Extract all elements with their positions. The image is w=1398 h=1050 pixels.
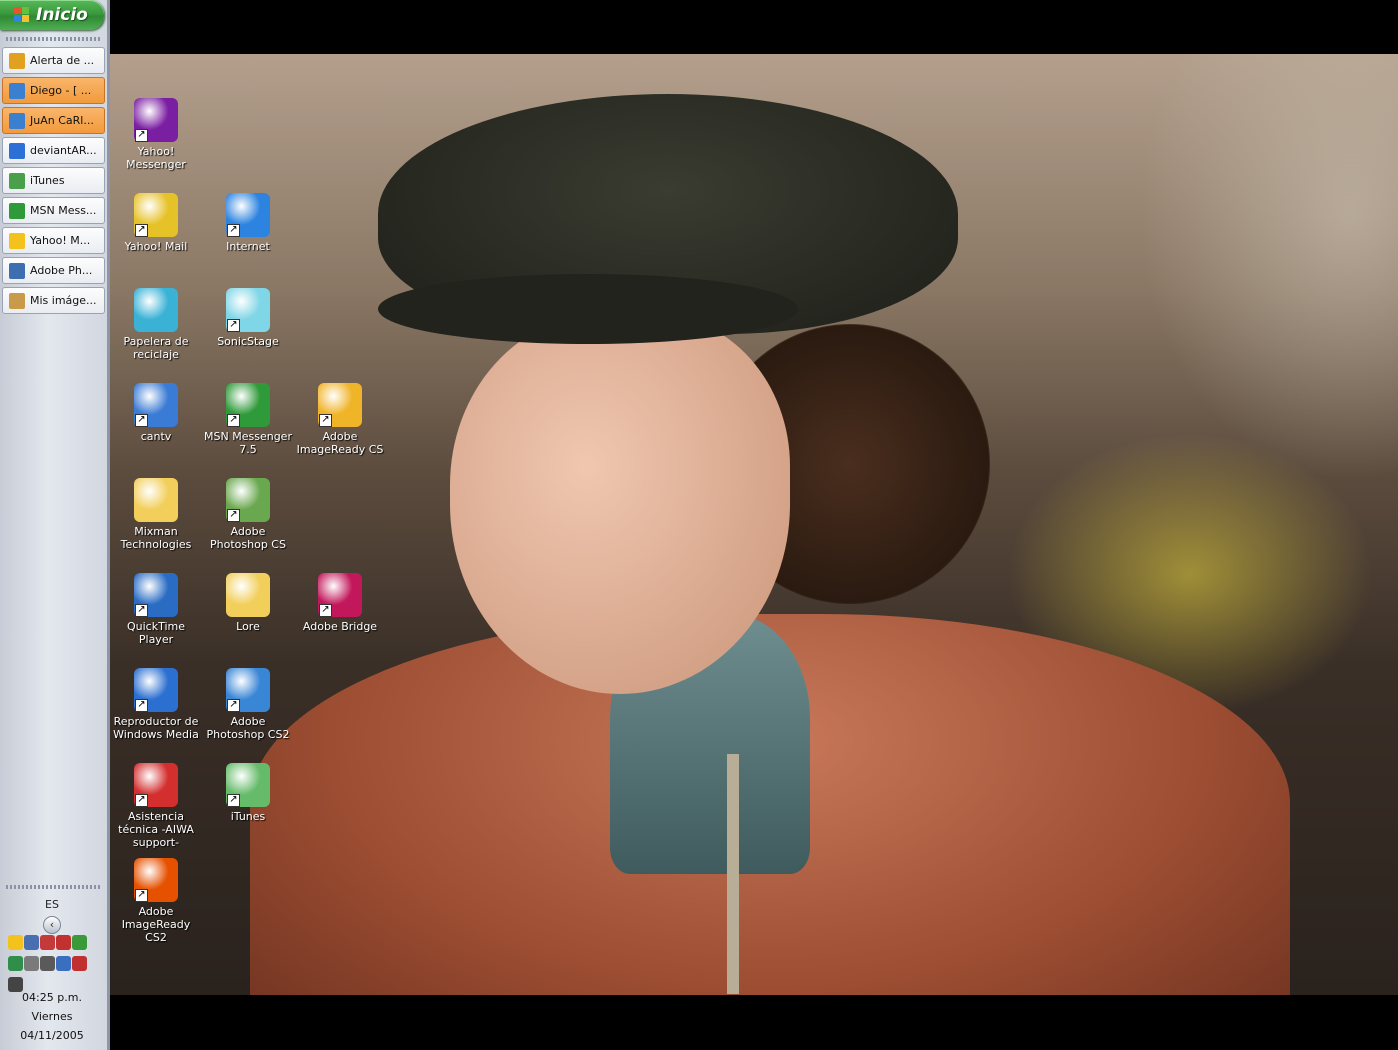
- desktop-icon-label: Adobe Bridge: [302, 620, 378, 633]
- desktop-icon[interactable]: ↗ Asistencia técnica -AIWA support-: [110, 763, 202, 849]
- desktop-icon-label: Lore: [236, 620, 260, 633]
- network-computer-icon: ↗: [134, 383, 178, 427]
- shortcut-arrow-icon: ↗: [227, 794, 240, 807]
- desktop-icon[interactable]: ↗ QuickTime Player: [110, 573, 202, 646]
- quicktime-icon: ↗: [134, 573, 178, 617]
- photoshop-icon: ↗: [226, 478, 270, 522]
- desktop-icon-label: Asistencia técnica -AIWA support-: [118, 810, 194, 849]
- desktop-icon[interactable]: ↗ Adobe Photoshop CS2: [202, 668, 294, 741]
- desktop-icon[interactable]: ↗ iTunes: [202, 763, 294, 823]
- photoshop-icon: ↗: [226, 668, 270, 712]
- shortcut-arrow-icon: ↗: [227, 509, 240, 522]
- internet-explorer-icon: ↗: [226, 193, 270, 237]
- imageready-icon: ↗: [318, 383, 362, 427]
- itunes-icon: ↗: [226, 763, 270, 807]
- shortcut-arrow-icon: ↗: [135, 794, 148, 807]
- shortcut-arrow-icon: ↗: [135, 604, 148, 617]
- desktop-icon-label: Mixman Technologies: [120, 525, 192, 551]
- shortcut-arrow-icon: ↗: [135, 889, 148, 902]
- desktop-icon[interactable]: Lore: [202, 573, 294, 633]
- recycle-bin-icon: [134, 288, 178, 332]
- windows-media-player-icon: ↗: [134, 668, 178, 712]
- desktop-icon[interactable]: ↗ Internet: [202, 193, 294, 253]
- desktop-icon[interactable]: ↗ Adobe ImageReady CS: [294, 383, 386, 456]
- desktop-icon-label: MSN Messenger 7.5: [204, 430, 292, 456]
- shortcut-arrow-icon: ↗: [227, 224, 240, 237]
- desktop-icon[interactable]: ↗ Yahoo! Messenger: [110, 98, 202, 171]
- desktop-icon-label: SonicStage: [217, 335, 279, 348]
- desktop-icon[interactable]: ↗ Yahoo! Mail: [110, 193, 202, 253]
- desktop-icon[interactable]: ↗ Adobe ImageReady CS2: [110, 858, 202, 944]
- desktop-icon[interactable]: ↗ Adobe Bridge: [294, 573, 386, 633]
- shortcut-arrow-icon: ↗: [227, 414, 240, 427]
- desktop-icon[interactable]: ↗ Reproductor de Windows Media: [110, 668, 202, 741]
- desktop-icon[interactable]: ↗ cantv: [110, 383, 202, 443]
- yahoo-messenger-icon: ↗: [134, 98, 178, 142]
- folder-icon: [226, 573, 270, 617]
- desktop-icon-label: Adobe ImageReady CS: [296, 430, 384, 456]
- desktop-icon-label: Adobe Photoshop CS: [210, 525, 286, 551]
- msn-messenger-icon: ↗: [226, 383, 270, 427]
- desktop-icon-label: Yahoo! Mail: [124, 240, 188, 253]
- desktop-icon-label: Reproductor de Windows Media: [113, 715, 199, 741]
- desktop-icon[interactable]: ↗ MSN Messenger 7.5: [202, 383, 294, 456]
- desktop-icon[interactable]: Papelera de reciclaje: [110, 288, 202, 361]
- desktop-icon-label: Adobe ImageReady CS2: [121, 905, 191, 944]
- adobe-bridge-icon: ↗: [318, 573, 362, 617]
- shortcut-arrow-icon: ↗: [135, 699, 148, 712]
- shortcut-arrow-icon: ↗: [319, 604, 332, 617]
- shortcut-arrow-icon: ↗: [319, 414, 332, 427]
- desktop-icon[interactable]: ↗ Adobe Photoshop CS: [202, 478, 294, 551]
- folder-icon: [134, 478, 178, 522]
- desktop-icon-label: Adobe Photoshop CS2: [206, 715, 290, 741]
- desktop-icon[interactable]: Mixman Technologies: [110, 478, 202, 551]
- shortcut-arrow-icon: ↗: [135, 414, 148, 427]
- shortcut-arrow-icon: ↗: [135, 129, 148, 142]
- desktop-icon-label: cantv: [140, 430, 172, 443]
- desktop-icon-label: Yahoo! Messenger: [126, 145, 186, 171]
- sonicstage-icon: ↗: [226, 288, 270, 332]
- desktop-icon-label: iTunes: [230, 810, 266, 823]
- desktop-icon-label: QuickTime Player: [126, 620, 186, 646]
- desktop-icon[interactable]: ↗ SonicStage: [202, 288, 294, 348]
- desktop-icon-label: Papelera de reciclaje: [123, 335, 189, 361]
- desktop-icon-label: Internet: [226, 240, 270, 253]
- shortcut-arrow-icon: ↗: [227, 699, 240, 712]
- desktop-icons: ↗ Yahoo! Messenger ↗ Yahoo! Mail ↗ Internet Pa…: [0, 0, 1398, 1050]
- shortcut-arrow-icon: ↗: [135, 224, 148, 237]
- aiwa-icon: ↗: [134, 763, 178, 807]
- yahoo-mail-icon: ↗: [134, 193, 178, 237]
- imageready-icon: ↗: [134, 858, 178, 902]
- shortcut-arrow-icon: ↗: [227, 319, 240, 332]
